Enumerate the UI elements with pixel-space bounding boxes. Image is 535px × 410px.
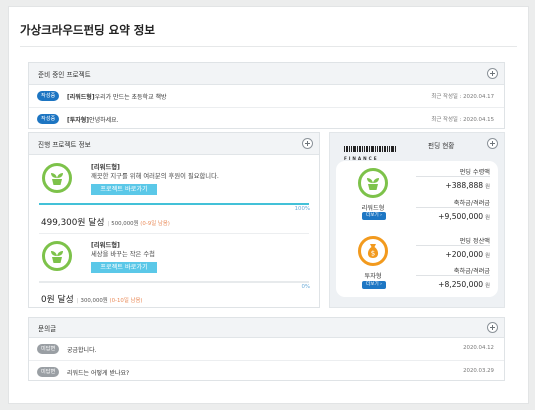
- status-badge: 미답변: [37, 344, 60, 354]
- ongoing-panel-title: 진행 프로젝트 정보: [38, 141, 91, 149]
- inquiry-panel-header: 문의글: [29, 318, 504, 338]
- finance-logo: FINANCE: [344, 137, 396, 161]
- funding-row-divider: [416, 245, 490, 246]
- funding-panel: FINANCE 펀딩 현황 리워드형 더보기 › 펀딩 수령액 +388,888…: [329, 132, 505, 308]
- progress-bar: [39, 281, 309, 283]
- prep-panel-header: 준비 중인 프로젝트: [29, 63, 504, 85]
- ongoing-panel: 진행 프로젝트 정보 [리워드형] 깨끗한 지구를 위해 여러분의 후원이 필요…: [28, 132, 320, 308]
- funding-row-label: 축하금/격려금: [453, 268, 490, 275]
- funding-row-divider: [416, 275, 490, 276]
- project-description: 깨끗한 지구를 위해 여러분의 후원이 필요합니다.: [91, 173, 219, 180]
- prep-row-date: 최근 작성일 : 2020.04.15: [431, 117, 494, 123]
- prep-row-title[interactable]: [투자형]안녕하세요.: [67, 115, 119, 124]
- title-divider: [20, 46, 517, 47]
- funding-row-divider: [416, 207, 490, 208]
- project-goto-button[interactable]: 프로젝트 바로가기: [91, 184, 157, 195]
- funding-row-value: +200,000 원: [445, 250, 490, 259]
- ongoing-panel-header: 진행 프로젝트 정보: [29, 133, 319, 155]
- funding-row-divider: [416, 176, 490, 177]
- funding-row-label: 펀딩 정산액: [459, 238, 490, 245]
- progress-bar: [39, 203, 309, 205]
- plant-pot-icon: [42, 163, 72, 193]
- progress-fill: [39, 203, 309, 205]
- prep-row-title[interactable]: [리워드형]우리가 만드는 초등학교 책방: [67, 92, 167, 101]
- inquiry-row-title[interactable]: 리워드는 어떻게 받나요?: [67, 368, 129, 377]
- prep-row[interactable]: 작성중 [리워드형]우리가 만드는 초등학교 책방 최근 작성일 : 2020.…: [29, 85, 504, 107]
- status-badge: 작성중: [37, 114, 60, 124]
- page-title: 가상크라우드펀딩 요약 정보: [20, 23, 155, 37]
- money-bag-icon: $: [358, 236, 388, 266]
- inquiry-panel-title: 문의글: [38, 325, 57, 333]
- progress-percent: 100%: [294, 206, 310, 212]
- project-goto-button[interactable]: 프로젝트 바로가기: [91, 262, 157, 273]
- inquiry-row[interactable]: 미답변 궁금합니다. 2020.04.12: [29, 338, 504, 360]
- plant-pot-icon: [358, 168, 388, 198]
- svg-text:$: $: [371, 250, 375, 258]
- progress-percent: 0%: [301, 284, 310, 290]
- status-badge: 미답변: [37, 367, 60, 377]
- status-badge: 작성중: [37, 91, 60, 101]
- invest-more-button[interactable]: 더보기 ›: [362, 281, 386, 289]
- prep-row[interactable]: 작성중 [투자형]안녕하세요. 최근 작성일 : 2020.04.15: [29, 107, 504, 129]
- inquiry-panel: 문의글 미답변 궁금합니다. 2020.04.12 미답변 리워드는 어떻게 받…: [28, 317, 505, 381]
- project-kind: [리워드형]: [91, 242, 120, 249]
- ongoing-expand-icon[interactable]: [302, 138, 313, 149]
- prep-panel-title: 준비 중인 프로젝트: [38, 71, 91, 79]
- achieved-amount: 499,300원 달성 | 500,000원 (0-9일 남음): [41, 218, 170, 228]
- funding-row-value: +388,888 원: [445, 181, 490, 190]
- project-item: [리워드형] 세상을 바꾸는 작은 수첩 프로젝트 바로가기 0% 0원 달성 |…: [29, 233, 319, 309]
- funding-expand-icon[interactable]: [487, 138, 498, 149]
- project-kind: [리워드형]: [91, 164, 120, 171]
- inquiry-row-date: 2020.04.12: [463, 345, 494, 351]
- prep-expand-icon[interactable]: [487, 68, 498, 79]
- plant-pot-icon: [42, 241, 72, 271]
- reward-type-label: 리워드형: [361, 205, 385, 212]
- invest-type-label: 투자형: [364, 273, 382, 280]
- inquiry-row-title[interactable]: 궁금합니다.: [67, 345, 97, 354]
- funding-panel-title: 펀딩 현황: [428, 142, 455, 150]
- funding-row-label: 펀딩 수령액: [459, 169, 490, 176]
- prep-panel: 준비 중인 프로젝트 작성중 [리워드형]우리가 만드는 초등학교 책방 최근 …: [28, 62, 505, 129]
- inquiry-row[interactable]: 미답변 리워드는 어떻게 받나요? 2020.03.29: [29, 360, 504, 382]
- inquiry-row-date: 2020.03.29: [463, 368, 494, 374]
- inquiry-expand-icon[interactable]: [487, 322, 498, 333]
- funding-row-label: 축하금/격려금: [453, 200, 490, 207]
- funding-summary-box: 리워드형 더보기 › 펀딩 수령액 +388,888 원 축하금/격려금 +9,5…: [336, 161, 498, 297]
- funding-row-value: +9,500,000 원: [438, 212, 490, 221]
- funding-row-value: +8,250,000 원: [438, 280, 490, 289]
- prep-row-date: 최근 작성일 : 2020.04.17: [431, 94, 494, 100]
- reward-more-button[interactable]: 더보기 ›: [362, 212, 386, 220]
- achieved-amount: 0원 달성 | 300,000원 (0-10일 남음): [41, 295, 143, 305]
- project-item: [리워드형] 깨끗한 지구를 위해 여러분의 후원이 필요합니다. 프로젝트 바…: [29, 155, 319, 233]
- project-description: 세상을 바꾸는 작은 수첩: [91, 251, 155, 258]
